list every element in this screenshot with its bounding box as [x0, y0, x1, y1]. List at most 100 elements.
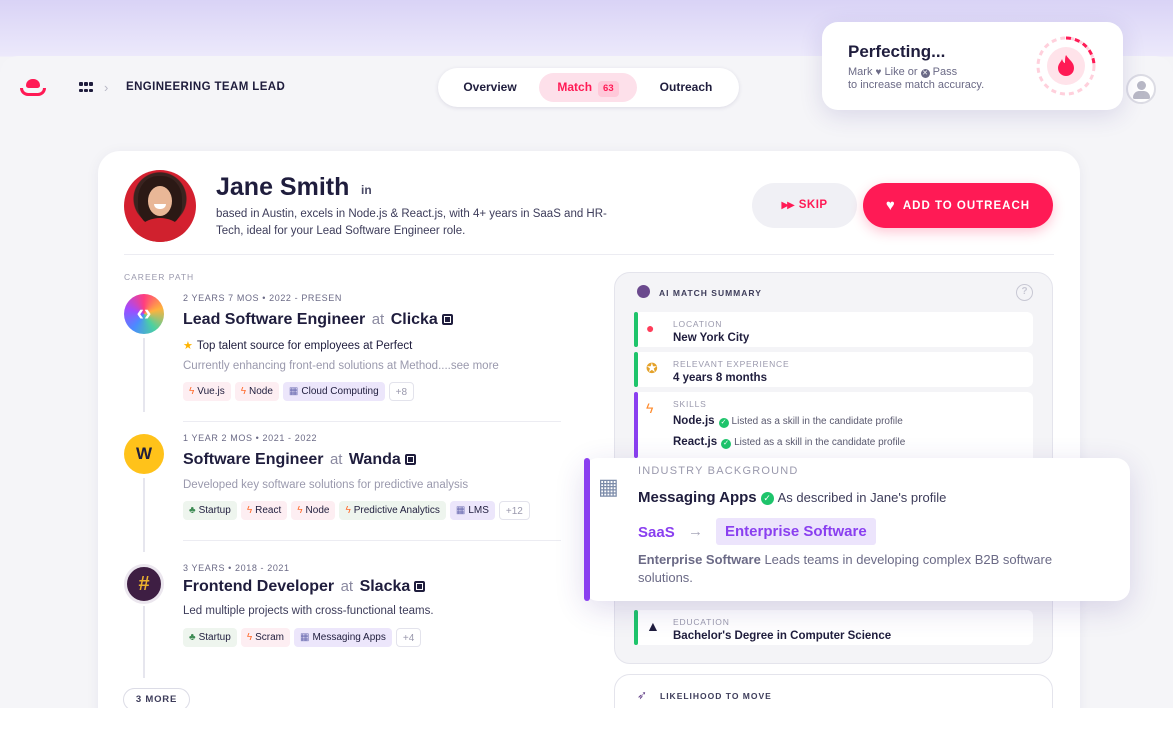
more-tags-button[interactable]: +12: [498, 501, 530, 520]
heart-icon: ♥: [875, 67, 882, 78]
company-link[interactable]: Slacka: [360, 578, 411, 595]
toast-line-2: to increase match accuracy.: [848, 79, 985, 91]
medal-icon: ✪: [646, 360, 658, 376]
candidate-photo: [124, 170, 196, 242]
external-link-icon[interactable]: [441, 314, 453, 325]
divider: [183, 421, 561, 422]
summary-location: ● LOCATION New York City: [634, 312, 1033, 347]
app-logo[interactable]: [20, 79, 46, 97]
candidate-name: Jane Smith: [216, 173, 350, 201]
tag: ϟ Vue.js: [183, 382, 231, 401]
bolt-icon: ϟ: [240, 386, 247, 397]
perfecting-toast: Perfecting... Mark ♥ Like or ✕ Pass to i…: [822, 22, 1123, 110]
tag: ♣ Startup: [183, 501, 237, 520]
tag: ϟ React: [240, 501, 288, 520]
more-tags-button[interactable]: +8: [388, 382, 415, 401]
linkedin-icon[interactable]: in: [361, 183, 372, 197]
toast-line-1: Mark ♥ Like or ✕ Pass: [848, 66, 958, 78]
user-avatar[interactable]: [1126, 74, 1156, 104]
fast-forward-icon: ▶▶: [781, 200, 794, 211]
bolt-icon: ϟ: [297, 505, 303, 516]
summary-education: ▲ EDUCATION Bachelor's Degree in Compute…: [634, 610, 1033, 645]
job-description: Led multiple projects with cross-functio…: [183, 605, 434, 617]
tag: ♣ Startup: [183, 628, 237, 647]
job-meta: 1 YEAR 2 MOS • 2021 - 2022: [183, 433, 318, 443]
bolt-icon: ϟ: [246, 505, 253, 516]
job-title: Frontend Developer at Slacka: [183, 578, 426, 596]
industry-explanation: Enterprise Software Leads teams in devel…: [638, 552, 1053, 585]
candidate-bio: based in Austin, excels in Node.js & Rea…: [216, 208, 607, 237]
tag: ▦ LMS: [449, 501, 495, 520]
industry-to: Enterprise Software: [716, 518, 876, 545]
career-path-label: CAREER PATH: [124, 272, 195, 282]
apps-grid-icon[interactable]: [79, 82, 93, 94]
likelihood-to-move-panel[interactable]: ➶ LIKELIHOOD TO MOVE: [614, 674, 1053, 708]
tag: ϟ Predictive Analytics: [339, 501, 446, 520]
timeline-line: [143, 338, 145, 412]
tab-match[interactable]: Match 63: [539, 73, 637, 102]
skip-button[interactable]: ▶▶ SKIP: [752, 183, 857, 228]
job-tags: ♣ Startup ϟ Scram ▦ Messaging Apps +4: [183, 628, 422, 647]
company-logo-wanda: [124, 434, 164, 474]
help-icon[interactable]: ?: [1016, 284, 1033, 301]
company-link[interactable]: Wanda: [349, 451, 401, 468]
job-meta: 3 YEARS • 2018 - 2021: [183, 563, 290, 573]
tag: ▦ Messaging Apps: [294, 628, 392, 647]
skill-item: React.js ✓ Listed as a skill in the candid…: [673, 436, 906, 449]
bolt-icon: ϟ: [345, 505, 351, 516]
building-icon: ▦: [288, 386, 299, 397]
industry-value: Messaging Apps ✓ As described in Jane's pr…: [638, 489, 947, 506]
job-description: Developed key software solutions for pre…: [183, 479, 469, 491]
job-description: Currently enhancing front-end solutions …: [183, 360, 499, 372]
divider: [124, 254, 1054, 255]
tab-overview[interactable]: Overview: [450, 73, 530, 102]
building-icon: ▦: [455, 505, 466, 516]
pass-icon: ✕: [920, 69, 930, 78]
more-tags-button[interactable]: +4: [395, 628, 422, 647]
check-icon: ✓: [718, 418, 729, 428]
shoe-icon: ➶: [637, 688, 648, 702]
heart-icon: ♥: [885, 197, 896, 214]
star-icon: ★: [183, 340, 193, 352]
ai-avatar-icon: [637, 285, 650, 298]
timeline-line: [143, 606, 145, 678]
add-to-outreach-button[interactable]: ♥ ADD TO OUTREACH: [863, 183, 1053, 228]
chevron-down-icon[interactable]: ⌄: [276, 80, 285, 93]
map-pin-icon: ●: [646, 320, 655, 336]
summary-title: AI MATCH SUMMARY: [659, 288, 762, 298]
external-link-icon[interactable]: [404, 454, 416, 465]
industry-background-card: ▦ INDUSTRY BACKGROUND Messaging Apps ✓ As …: [584, 458, 1130, 601]
company-link[interactable]: Clicka: [391, 311, 438, 328]
divider: [183, 540, 561, 541]
arrow-right-icon: →: [688, 523, 703, 540]
tag: ▦ Cloud Computing: [282, 382, 385, 401]
job-title: Software Engineer at Wanda: [183, 451, 416, 469]
main-tabs: Overview Match 63 Outreach: [438, 68, 739, 107]
flame-icon: [1036, 36, 1096, 96]
bolt-icon: ϟ: [189, 386, 195, 397]
tag: ϟ Scram: [240, 628, 291, 647]
company-logo-slacka: [124, 564, 164, 604]
summary-skills: ϟ SKILLS Node.js ✓ Listed as a skill in th…: [634, 392, 1033, 458]
show-more-jobs-button[interactable]: 3 MORE: [123, 688, 190, 708]
job-highlight: ★ Top talent source for employees at Perf…: [183, 340, 413, 352]
building-icon: ▦: [598, 474, 619, 499]
graduation-cap-icon: ▲: [646, 618, 660, 634]
skill-item: Node.js ✓ Listed as a skill in the candida…: [673, 415, 903, 428]
job-title: Lead Software Engineer at Clicka: [183, 311, 453, 329]
see-more-link[interactable]: see more: [451, 360, 499, 372]
job-tags: ♣ Startup ϟ React ϟ Node ϟ Predictive Analyt…: [183, 501, 530, 520]
tab-outreach[interactable]: Outreach: [646, 73, 726, 102]
tag: ϟ Node: [291, 501, 336, 520]
tree-icon: ♣: [189, 505, 196, 516]
job-tags: ϟ Vue.js ϟ Node ▦ Cloud Computing +8: [183, 382, 415, 401]
match-count-badge: 63: [598, 81, 619, 97]
bolt-icon: ϟ: [646, 400, 654, 416]
page-bottom: [0, 708, 1173, 732]
toast-title: Perfecting...: [848, 42, 946, 61]
check-icon: ✓: [760, 492, 774, 505]
company-logo-clicka: [124, 294, 164, 334]
external-link-icon[interactable]: [414, 581, 426, 592]
role-selector-label[interactable]: ENGINEERING TEAM LEAD: [126, 81, 285, 93]
check-icon: ✓: [721, 439, 732, 449]
